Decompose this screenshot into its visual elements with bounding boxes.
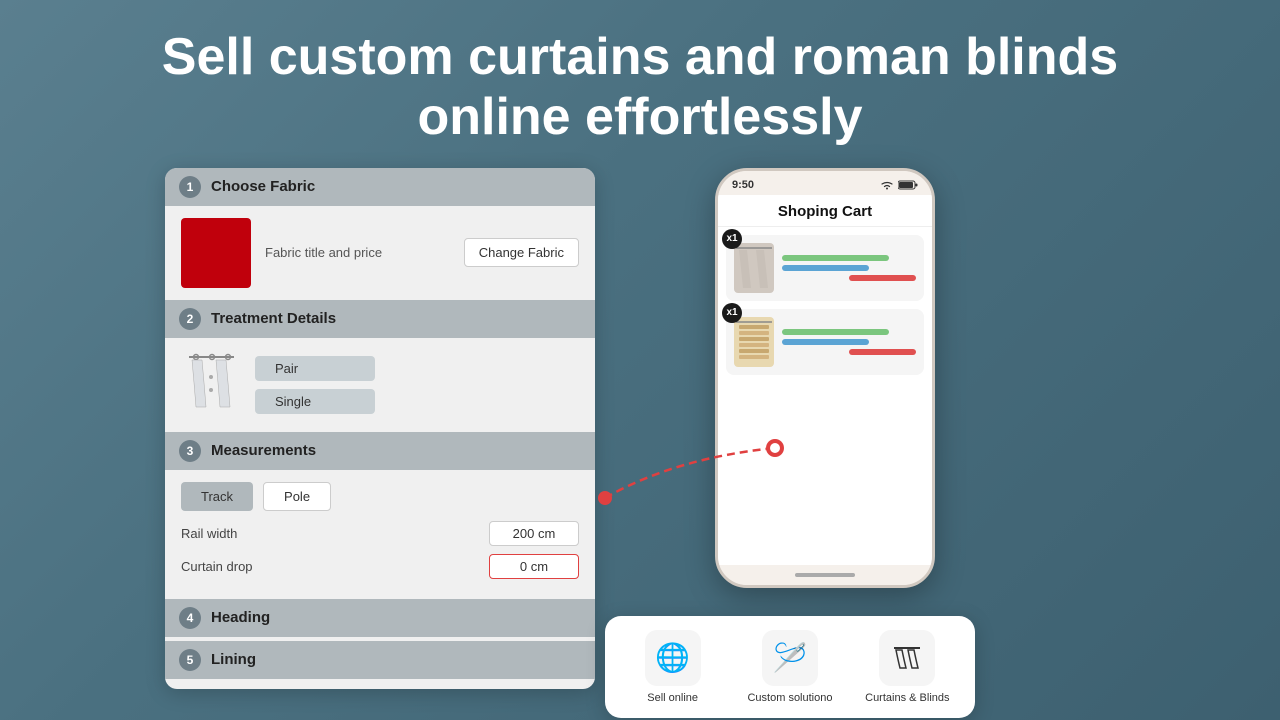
section-number-3: 3 (179, 440, 201, 462)
cart-item-1-image (734, 243, 774, 293)
section-number-1: 1 (179, 176, 201, 198)
pole-button[interactable]: Pole (263, 482, 331, 511)
cart-items: x1 (718, 227, 932, 565)
rail-width-label: Rail width (181, 526, 237, 541)
phone-status-icons (880, 180, 918, 190)
curtain-illustration (184, 352, 239, 417)
cart-item-2-line-1 (782, 329, 889, 335)
action-custom-solution[interactable]: 🪡 Custom solutiono (736, 630, 843, 704)
change-fabric-button[interactable]: Change Fabric (464, 238, 579, 267)
phone-home-indicator (795, 573, 855, 577)
custom-solution-label: Custom solutiono (747, 692, 832, 704)
cart-item-1: x1 (726, 235, 924, 301)
cart-item-2-image (734, 317, 774, 367)
content-area: 1 Choose Fabric Fabric title and price C… (0, 168, 1280, 689)
battery-icon (898, 180, 918, 190)
treatment-details-section: 2 Treatment Details (165, 300, 595, 432)
form-panel: 1 Choose Fabric Fabric title and price C… (165, 168, 595, 689)
action-curtains-blinds[interactable]: Curtains & Blinds (854, 630, 961, 704)
lining-section: 5 Lining (165, 641, 595, 679)
curtain-icon-box (181, 350, 241, 420)
cart-item-2-price (849, 349, 916, 355)
choose-fabric-body: Fabric title and price Change Fabric (165, 206, 595, 300)
sell-online-label: Sell online (647, 692, 698, 704)
cart-item-1-line-1 (782, 255, 889, 261)
heading-section: 4 Heading (165, 599, 595, 637)
fabric-row: Fabric title and price Change Fabric (181, 218, 579, 288)
curtains-blinds-label: Curtains & Blinds (865, 692, 949, 704)
cart-title: Shoping Cart (718, 195, 932, 227)
cart-item-1-details (782, 255, 916, 281)
right-area: 9:50 Shoping Ca (635, 168, 1115, 638)
section-number-2: 2 (179, 308, 201, 330)
hero-title: Sell custom curtains and roman blinds on… (90, 0, 1190, 168)
choose-fabric-header: 1 Choose Fabric (165, 168, 595, 206)
measurements-section: 3 Measurements Track Pole Rail width 200… (165, 432, 595, 599)
action-bar: 🌐 Sell online 🪡 Custom solutiono Curtain… (605, 616, 975, 718)
cart-item-1-price (849, 275, 916, 281)
treatment-row: Pair Single (181, 350, 579, 420)
phone-status-bar: 9:50 (718, 171, 932, 195)
rail-width-value[interactable]: 200 cm (489, 521, 579, 546)
single-option[interactable]: Single (255, 389, 375, 414)
section-number-4: 4 (179, 607, 201, 629)
action-sell-online[interactable]: 🌐 Sell online (619, 630, 726, 704)
cart-item-1-curtain (734, 243, 774, 293)
cart-item-2: x1 (726, 309, 924, 375)
wifi-icon (880, 180, 894, 190)
heading-header: 4 Heading (165, 599, 595, 637)
cart-item-1-line-2 (782, 265, 869, 271)
heading-title: Heading (211, 609, 270, 626)
cart-item-1-badge: x1 (722, 229, 742, 249)
curtain-drop-row: Curtain drop 0 cm (181, 554, 579, 579)
choose-fabric-title: Choose Fabric (211, 178, 315, 195)
measurements-header: 3 Measurements (165, 432, 595, 470)
rail-width-row: Rail width 200 cm (181, 521, 579, 546)
curtains-blinds-svg-icon (891, 642, 923, 674)
track-pole-row: Track Pole (181, 482, 579, 511)
measurements-title: Measurements (211, 442, 316, 459)
cart-item-2-details (782, 329, 916, 355)
treatment-title: Treatment Details (211, 310, 336, 327)
section-number-5: 5 (179, 649, 201, 671)
curtain-drop-label: Curtain drop (181, 559, 253, 574)
phone-time: 9:50 (732, 179, 754, 191)
curtain-drop-value[interactable]: 0 cm (489, 554, 579, 579)
choose-fabric-section: 1 Choose Fabric Fabric title and price C… (165, 168, 595, 300)
pair-option[interactable]: Pair (255, 356, 375, 381)
custom-solution-icon: 🪡 (762, 630, 818, 686)
phone-bottom-bar (718, 565, 932, 585)
lining-title: Lining (211, 651, 256, 668)
cart-item-2-badge: x1 (722, 303, 742, 323)
lining-header: 5 Lining (165, 641, 595, 679)
phone-mockup: 9:50 Shoping Ca (715, 168, 935, 588)
cart-item-2-blind (734, 317, 774, 367)
sell-online-icon: 🌐 (645, 630, 701, 686)
phone-screen: Shoping Cart x1 (718, 195, 932, 565)
fabric-swatch[interactable] (181, 218, 251, 288)
measurements-body: Track Pole Rail width 200 cm Curtain dro… (165, 470, 595, 599)
track-button[interactable]: Track (181, 482, 253, 511)
curtains-blinds-icon (879, 630, 935, 686)
treatment-body: Pair Single (165, 338, 595, 432)
cart-item-2-line-2 (782, 339, 869, 345)
treatment-options: Pair Single (255, 356, 375, 414)
fabric-info: Fabric title and price (265, 245, 450, 260)
treatment-header: 2 Treatment Details (165, 300, 595, 338)
